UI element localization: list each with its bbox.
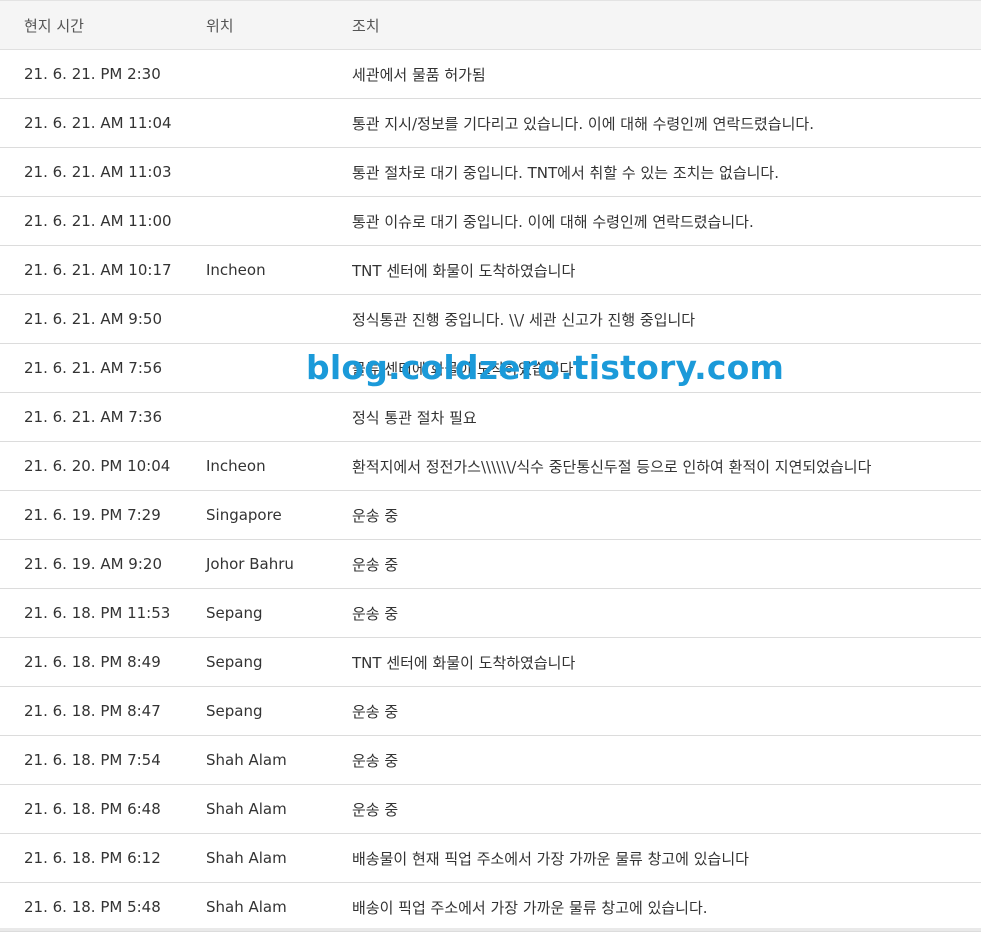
- row-time: 21. 6. 19. AM 9:20: [24, 555, 162, 573]
- row-time: 21. 6. 21. AM 9:50: [24, 310, 162, 328]
- row-location: Shah Alam: [206, 800, 287, 818]
- table-row: 21. 6. 21. AM 11:04 통관 지시/정보를 기다리고 있습니다. …: [0, 99, 981, 148]
- row-time: 21. 6. 18. PM 7:54: [24, 751, 161, 769]
- row-action: 운송 중: [352, 555, 399, 574]
- row-time: 21. 6. 21. AM 7:36: [24, 408, 162, 426]
- row-location: Shah Alam: [206, 898, 287, 916]
- row-time: 21. 6. 20. PM 10:04: [24, 457, 171, 475]
- row-time: 21. 6. 21. AM 10:17: [24, 261, 172, 279]
- row-action: 운송 중: [352, 751, 399, 770]
- row-time: 21. 6. 18. PM 6:48: [24, 800, 161, 818]
- row-action: 배송물이 현재 픽업 주소에서 가장 가까운 물류 창고에 있습니다: [352, 849, 749, 868]
- table-row: 21. 6. 21. PM 2:30 세관에서 물품 허가됨: [0, 50, 981, 99]
- row-action: 물류 센터에 화물이 도착하였습니다: [352, 359, 574, 378]
- table-row: 21. 6. 18. PM 6:12 Shah Alam 배송물이 현재 픽업 주소…: [0, 834, 981, 883]
- table-row: 21. 6. 21. AM 9:50 정식통관 진행 중입니다. \\/ 세관 신…: [0, 295, 981, 344]
- table-row: 21. 6. 18. PM 11:53 Sepang 운송 중: [0, 589, 981, 638]
- header-location: 위치: [206, 16, 234, 35]
- table-body: 21. 6. 21. PM 2:30 세관에서 물품 허가됨 21. 6. 21. …: [0, 50, 981, 932]
- row-action: 정식통관 진행 중입니다. \\/ 세관 신고가 진행 중입니다: [352, 310, 696, 329]
- table-row: 21. 6. 21. AM 11:00 통관 이슈로 대기 중입니다. 이에 대해…: [0, 197, 981, 246]
- row-location: Sepang: [206, 702, 263, 720]
- row-location: Singapore: [206, 506, 282, 524]
- table-row: 21. 6. 19. PM 7:29 Singapore 운송 중: [0, 491, 981, 540]
- row-location: Incheon: [206, 261, 266, 279]
- row-location: Sepang: [206, 604, 263, 622]
- row-action: 세관에서 물품 허가됨: [352, 65, 486, 84]
- row-action: 배송이 픽업 주소에서 가장 가까운 물류 창고에 있습니다.: [352, 898, 708, 917]
- table-row: 21. 6. 20. PM 10:04 Incheon 환적지에서 정전가스\\\\…: [0, 442, 981, 491]
- tracking-table: 현지 시간 위치 조치 21. 6. 21. PM 2:30 세관에서 물품 허가…: [0, 0, 981, 932]
- row-location: Sepang: [206, 653, 263, 671]
- table-row: 21. 6. 18. PM 6:48 Shah Alam 운송 중: [0, 785, 981, 834]
- header-action: 조치: [352, 16, 380, 35]
- row-location: Shah Alam: [206, 751, 287, 769]
- row-location: Shah Alam: [206, 849, 287, 867]
- row-time: 21. 6. 18. PM 8:47: [24, 702, 161, 720]
- row-time: 21. 6. 21. AM 7:56: [24, 359, 162, 377]
- table-row: 21. 6. 18. PM 7:54 Shah Alam 운송 중: [0, 736, 981, 785]
- row-time: 21. 6. 19. PM 7:29: [24, 506, 161, 524]
- row-action: 환적지에서 정전가스\\\\\\/식수 중단통신두절 등으로 인하여 환적이 지…: [352, 457, 872, 476]
- table-row: 21. 6. 21. AM 10:17 Incheon TNT 센터에 화물이 도착…: [0, 246, 981, 295]
- row-time: 21. 6. 18. PM 11:53: [24, 604, 171, 622]
- table-row: 21. 6. 21. AM 7:56 물류 센터에 화물이 도착하였습니다: [0, 344, 981, 393]
- row-action: 운송 중: [352, 506, 399, 525]
- row-time: 21. 6. 21. AM 11:03: [24, 163, 172, 181]
- row-location: Johor Bahru: [206, 555, 294, 573]
- table-row: 21. 6. 21. AM 11:03 통관 절차로 대기 중입니다. TNT에서…: [0, 148, 981, 197]
- table-row: 21. 6. 18. PM 8:47 Sepang 운송 중: [0, 687, 981, 736]
- header-time: 현지 시간: [24, 16, 84, 35]
- table-header: 현지 시간 위치 조치: [0, 1, 981, 50]
- row-action: TNT 센터에 화물이 도착하였습니다: [352, 653, 576, 672]
- row-time: 21. 6. 21. PM 2:30: [24, 65, 161, 83]
- row-action: 통관 지시/정보를 기다리고 있습니다. 이에 대해 수령인께 연락드렸습니다.: [352, 114, 814, 133]
- row-action: 통관 절차로 대기 중입니다. TNT에서 취할 수 있는 조치는 없습니다.: [352, 163, 779, 182]
- row-location: Incheon: [206, 457, 266, 475]
- row-time: 21. 6. 18. PM 5:48: [24, 898, 161, 916]
- row-time: 21. 6. 18. PM 8:49: [24, 653, 161, 671]
- table-row: 21. 6. 18. PM 5:48 Shah Alam 배송이 픽업 주소에서 가…: [0, 883, 981, 932]
- table-row: 21. 6. 18. PM 8:49 Sepang TNT 센터에 화물이 도착하였…: [0, 638, 981, 687]
- row-time: 21. 6. 21. AM 11:00: [24, 212, 172, 230]
- row-action: 운송 중: [352, 702, 399, 721]
- row-action: TNT 센터에 화물이 도착하였습니다: [352, 261, 576, 280]
- table-row: 21. 6. 21. AM 7:36 정식 통관 절차 필요: [0, 393, 981, 442]
- row-action: 운송 중: [352, 800, 399, 819]
- row-action: 통관 이슈로 대기 중입니다. 이에 대해 수령인께 연락드렸습니다.: [352, 212, 754, 231]
- row-action: 정식 통관 절차 필요: [352, 408, 477, 427]
- row-time: 21. 6. 18. PM 6:12: [24, 849, 161, 867]
- table-row: 21. 6. 19. AM 9:20 Johor Bahru 운송 중: [0, 540, 981, 589]
- row-time: 21. 6. 21. AM 11:04: [24, 114, 172, 132]
- row-action: 운송 중: [352, 604, 399, 623]
